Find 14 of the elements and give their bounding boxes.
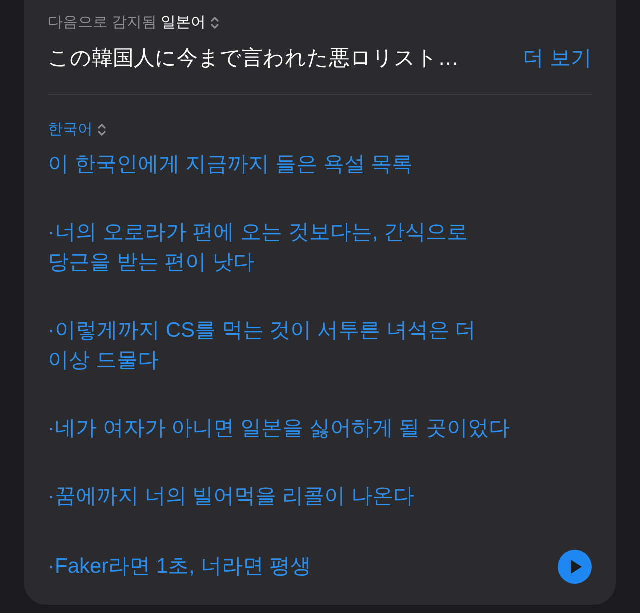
translation-paragraph: ·네가 여자가 아니면 일본을 싫어하게 될 곳이었다 [48,416,510,442]
language-selector[interactable]: 한국어 [48,119,107,142]
language-selector[interactable]: 일본어 [161,12,220,34]
more-link[interactable]: 더 보기 [523,42,592,74]
translation-paragraph: ·꿈에까지 너의 빌어먹을 리콜이 나온다 [48,484,414,510]
chevron-icon [97,123,107,138]
play-icon[interactable] [558,550,592,584]
chevron-icon [210,16,220,30]
translation-paragraph: ·이렇게까지 CS를 먹는 것이 서투른 녀석은 더 이상 드물다 [48,318,476,374]
translation-paragraph: ·너의 오로라가 편에 오는 것보다는, 간식으로 당근을 받는 편이 낫다 [48,220,468,276]
translation-paragraph: 이 한국인에게 지금까지 들은 욕설 목록 [48,152,414,178]
translation-paragraph: ·Faker라면 1초, 너라면 평생 [48,554,312,580]
source-text: この韓国人に今まで言われた悪ロリスト… [48,46,459,72]
detected-label: 다음으로 감지됨 [48,13,158,33]
